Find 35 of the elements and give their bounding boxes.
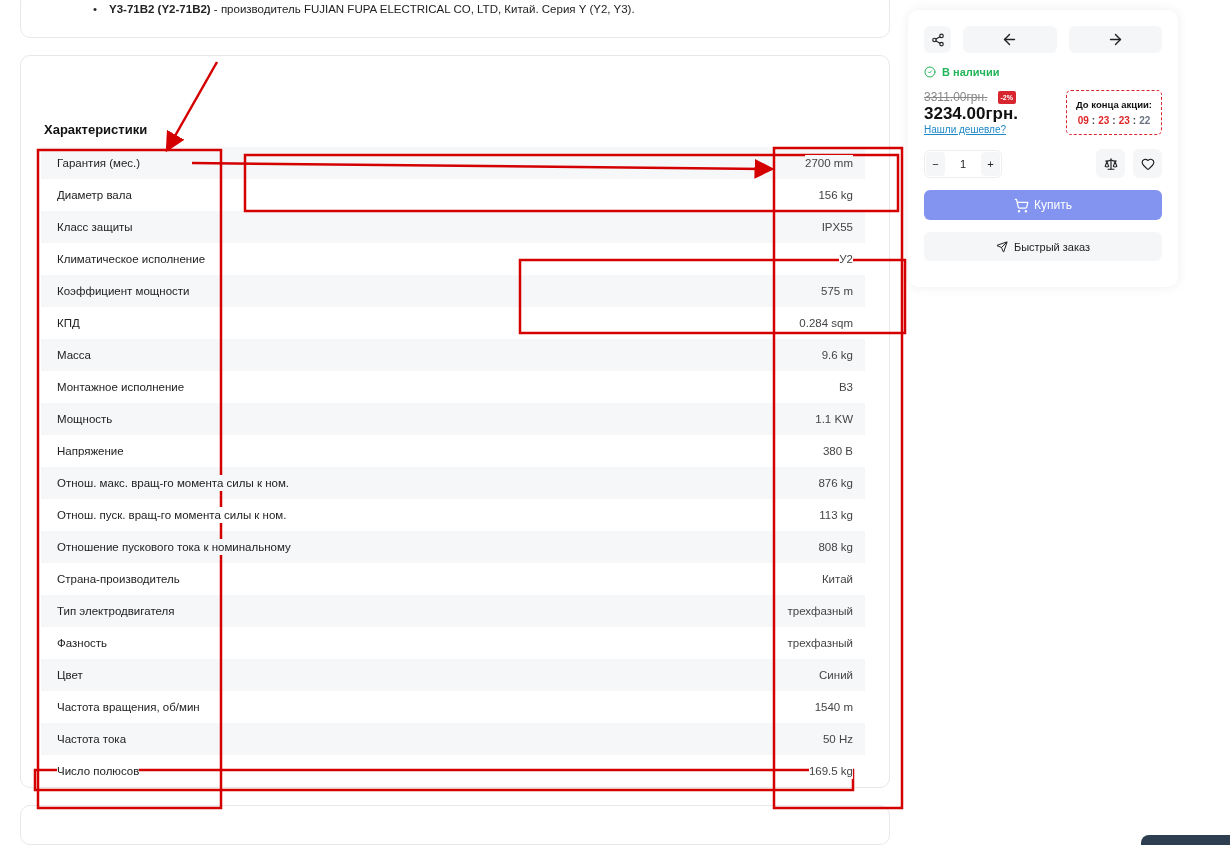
timer-separator: :	[1091, 115, 1096, 126]
send-icon	[995, 240, 1008, 253]
specs-title: Характеристики	[44, 122, 149, 138]
cart-icon	[1014, 197, 1029, 213]
timer-label: До конца акции:	[1075, 99, 1153, 110]
timer-value: 23	[1098, 115, 1110, 126]
timer-separator: :	[1132, 115, 1137, 126]
compare-button[interactable]	[1096, 149, 1125, 178]
cheaper-link[interactable]: Нашли дешевле?	[924, 124, 1018, 135]
spec-label: Отнош. пуск. вращ-го момента силы к ном.	[57, 507, 287, 524]
scales-icon	[1103, 156, 1118, 171]
share-icon	[930, 32, 945, 47]
share-button[interactable]	[924, 26, 951, 53]
spec-value: трехфазный	[787, 635, 853, 652]
decrease-button[interactable]: −	[926, 151, 945, 176]
spec-value: трехфазный	[787, 603, 853, 620]
check-circle-icon	[924, 66, 936, 78]
stock-status: В наличии	[942, 66, 1000, 78]
quick-order-button[interactable]: Быстрый заказ	[924, 232, 1162, 261]
spec-label: Отношение пускового тока к номинальному	[57, 539, 291, 556]
heart-icon	[1140, 156, 1155, 171]
increase-button[interactable]: +	[981, 151, 1000, 176]
timer-value: 09	[1077, 115, 1089, 126]
spec-label: Частота вращения, об/мин	[57, 699, 200, 716]
favorite-button[interactable]	[1133, 149, 1162, 178]
description-text: Y3-71B2 (Y2-71B2) - производитель FUJIAN FUPA ELECTRICAL CO, LTD, Китай. Серия Y (Y2, Y3).	[109, 3, 635, 17]
quantity-value: 1	[958, 157, 968, 170]
old-price: 3311.00грн.	[924, 90, 988, 104]
timer-value: 23	[1118, 115, 1130, 126]
timer-separator: :	[1112, 115, 1116, 126]
spec-label: Отнош. макс. вращ-го момента силы к ном.	[57, 475, 289, 492]
price: 3234.00грн.	[924, 104, 1018, 124]
spec-label: Коэффициент мощности	[57, 283, 190, 300]
bullet: •	[93, 3, 98, 17]
timer-value: 22	[1139, 115, 1151, 126]
